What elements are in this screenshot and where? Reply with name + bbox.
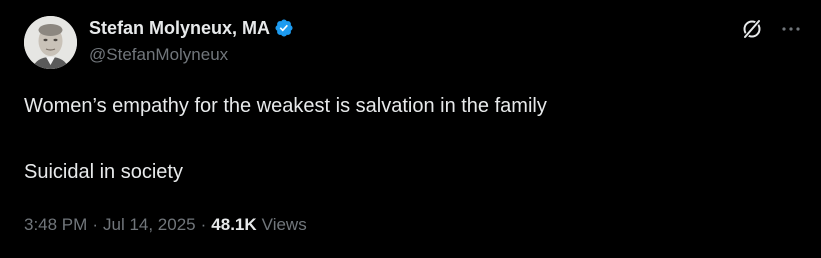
avatar[interactable] [24, 16, 77, 69]
author-handle[interactable]: @StefanMolyneux [89, 45, 228, 65]
verified-badge-icon[interactable] [274, 18, 294, 38]
author-name-row: Stefan Molyneux, MA [89, 17, 294, 39]
meta-separator: · [200, 215, 207, 234]
tweet-card: Stefan Molyneux, MA @StefanMolyneux Wome… [0, 0, 821, 258]
tweet-text-line: Women’s empathy for the weakest is salva… [24, 95, 547, 117]
more-icon[interactable] [779, 17, 803, 41]
views-count[interactable]: 48.1K [211, 215, 256, 235]
author-display-name[interactable]: Stefan Molyneux, MA [89, 18, 270, 39]
avatar-photo [24, 16, 77, 69]
tweet-time[interactable]: 3:48 PM [24, 215, 87, 235]
tweet-date[interactable]: Jul 14, 2025 [103, 215, 196, 235]
grok-icon[interactable] [740, 17, 764, 41]
views-label: Views [261, 215, 307, 234]
tweet-text-line: Suicidal in society [24, 161, 183, 183]
meta-separator: · [92, 215, 98, 234]
tweet-meta: 3:48 PM · Jul 14, 2025 · 48.1K Views [24, 212, 307, 238]
